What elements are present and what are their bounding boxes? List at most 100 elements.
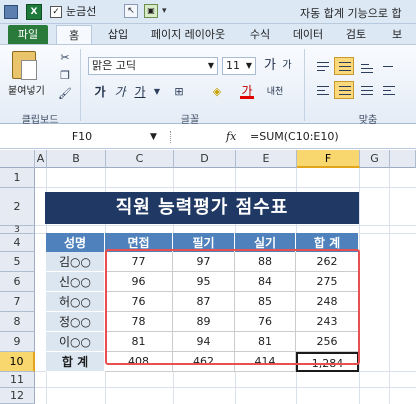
gridlines-checkbox[interactable]: ✓ xyxy=(50,6,62,18)
tab-review[interactable]: 검토 xyxy=(338,25,374,44)
header-cell-total[interactable]: 합 계 xyxy=(296,233,359,253)
column-header-d[interactable]: D xyxy=(174,150,236,168)
header-cell-written[interactable]: 필기 xyxy=(173,233,235,253)
borders-icon[interactable]: ⊞ xyxy=(172,85,186,99)
font-color-button[interactable]: 가 xyxy=(240,83,254,99)
total-cell[interactable]: 256 xyxy=(296,332,359,352)
row-header-3[interactable]: 3 xyxy=(0,226,35,235)
score-cell[interactable]: 76 xyxy=(235,312,296,332)
row-header-12[interactable]: 12 xyxy=(0,388,35,404)
cut-icon[interactable]: ✂ xyxy=(58,51,72,65)
header-cell-interview[interactable]: 면접 xyxy=(105,233,173,253)
insert-function-icon[interactable]: fx xyxy=(226,128,236,146)
tab-view[interactable]: 보 xyxy=(382,25,412,44)
align-bottom-button[interactable] xyxy=(356,57,376,75)
column-header-c[interactable]: C xyxy=(106,150,174,168)
name-box[interactable]: F10 xyxy=(2,128,162,146)
paste-button-label[interactable]: 붙여넣기 xyxy=(8,82,45,97)
sheet-title-cell[interactable]: 직원 능력평가 점수표 xyxy=(45,192,359,224)
header-cell-practical[interactable]: 실기 xyxy=(235,233,296,253)
score-cell[interactable]: 78 xyxy=(105,312,173,332)
total-cell[interactable]: 248 xyxy=(296,292,359,312)
align-middle-button[interactable] xyxy=(334,57,354,75)
column-header-b[interactable]: B xyxy=(47,150,106,168)
score-cell[interactable]: 84 xyxy=(235,272,296,292)
shrink-font-button[interactable]: 가 xyxy=(280,57,294,75)
formula-input[interactable]: =SUM(C10:E10) xyxy=(250,128,339,146)
row-header-1[interactable]: 1 xyxy=(0,168,35,188)
row-header-6[interactable]: 6 xyxy=(0,272,35,292)
align-left-button[interactable] xyxy=(312,81,332,99)
save-icon[interactable] xyxy=(4,5,18,19)
sum-cell[interactable]: 462 xyxy=(173,352,235,372)
name-cell[interactable]: 김○○ xyxy=(46,252,105,272)
bold-button[interactable]: 가 xyxy=(92,83,108,101)
picture-icon[interactable]: ▣ xyxy=(144,4,158,18)
align-center-button[interactable] xyxy=(334,81,354,99)
column-header-f[interactable]: F xyxy=(297,150,360,168)
tab-insert[interactable]: 삽입 xyxy=(100,25,136,44)
row-header-8[interactable]: 8 xyxy=(0,312,35,332)
name-cell[interactable]: 허○○ xyxy=(46,292,105,312)
score-cell[interactable]: 94 xyxy=(173,332,235,352)
tab-file[interactable]: 파일 xyxy=(8,25,48,44)
column-header-g[interactable]: G xyxy=(360,150,390,168)
font-size-select[interactable]: 11 ▼ xyxy=(222,57,256,75)
column-header-e[interactable]: E xyxy=(236,150,297,168)
font-name-select[interactable]: 맑은 고딕 ▼ xyxy=(88,57,218,75)
row-header-10[interactable]: 10 xyxy=(0,352,35,372)
paste-icon[interactable] xyxy=(12,51,37,80)
tab-formulas[interactable]: 수식 xyxy=(242,25,278,44)
indent-button[interactable] xyxy=(378,81,398,99)
score-cell[interactable]: 89 xyxy=(173,312,235,332)
row-header-11[interactable]: 11 xyxy=(0,372,35,388)
total-cell[interactable]: 275 xyxy=(296,272,359,292)
total-cell[interactable]: 243 xyxy=(296,312,359,332)
tab-data[interactable]: 데이터 xyxy=(286,25,330,44)
score-cell[interactable]: 81 xyxy=(235,332,296,352)
name-cell[interactable]: 이○○ xyxy=(46,332,105,352)
sum-cell[interactable]: 414 xyxy=(235,352,296,372)
italic-button[interactable]: 가 xyxy=(112,83,128,101)
row-header-2[interactable]: 2 xyxy=(0,188,35,226)
name-cell[interactable]: 정○○ xyxy=(46,312,105,332)
row-header-7[interactable]: 7 xyxy=(0,292,35,312)
score-cell[interactable]: 95 xyxy=(173,272,235,292)
row-header-5[interactable]: 5 xyxy=(0,252,35,272)
total-cell[interactable]: 262 xyxy=(296,252,359,272)
format-painter-icon[interactable]: 🖌 xyxy=(58,87,72,101)
row-header-4[interactable]: 4 xyxy=(0,234,35,252)
underline-button[interactable]: 가 xyxy=(132,83,148,101)
align-top-button[interactable] xyxy=(312,57,332,75)
excel-app-icon[interactable]: X xyxy=(26,4,42,20)
score-cell[interactable]: 81 xyxy=(105,332,173,352)
total-label-cell[interactable]: 합 계 xyxy=(46,352,105,372)
score-cell[interactable]: 96 xyxy=(105,272,173,292)
select-objects-icon[interactable]: ↖ xyxy=(124,4,138,18)
column-header-a[interactable]: A xyxy=(35,150,47,168)
worksheet-grid[interactable]: A B C D E F G 1 2 3 4 5 6 7 8 9 10 11 12… xyxy=(0,150,416,404)
fill-color-icon[interactable]: ◈ xyxy=(210,85,224,99)
customize-qat-icon[interactable]: ▾ xyxy=(162,6,167,22)
header-cell-name[interactable]: 성명 xyxy=(46,233,105,253)
score-cell[interactable]: 88 xyxy=(235,252,296,272)
name-cell[interactable]: 신○○ xyxy=(46,272,105,292)
tab-home[interactable]: 홈 xyxy=(56,25,92,44)
chevron-down-icon[interactable]: ▼ xyxy=(150,85,164,99)
sum-cell[interactable]: 408 xyxy=(105,352,173,372)
orientation-button[interactable] xyxy=(378,57,398,75)
row-header-9[interactable]: 9 xyxy=(0,332,35,352)
score-cell[interactable]: 97 xyxy=(173,252,235,272)
phonetic-guide-button[interactable]: 내천 xyxy=(262,83,288,101)
score-cell[interactable]: 76 xyxy=(105,292,173,312)
copy-icon[interactable]: ❐ xyxy=(58,69,72,83)
tab-page-layout[interactable]: 페이지 레이아웃 xyxy=(140,25,236,44)
score-cell[interactable]: 87 xyxy=(173,292,235,312)
score-cell[interactable]: 77 xyxy=(105,252,173,272)
align-right-button[interactable] xyxy=(356,81,376,99)
grow-font-button[interactable]: 가 xyxy=(262,57,278,75)
select-all-corner[interactable] xyxy=(0,150,35,168)
active-cell-f10[interactable]: 1,284 xyxy=(296,352,359,372)
score-cell[interactable]: 85 xyxy=(235,292,296,312)
chevron-down-icon[interactable]: ▼ xyxy=(150,128,157,146)
